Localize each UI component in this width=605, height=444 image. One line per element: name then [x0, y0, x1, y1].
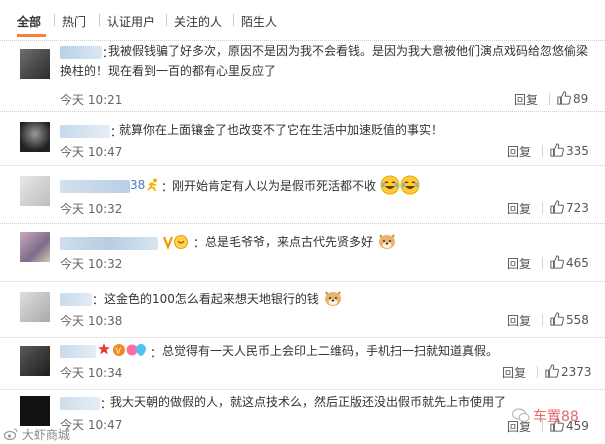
comment-item: V ： 总觉得有一天人民币上会印上二维码，手机扫一扫就知道真假。 今天 10:3… [0, 337, 605, 388]
comment-time: 今天 10:32 [60, 202, 123, 216]
action-divider [542, 257, 543, 269]
action-divider [537, 366, 538, 378]
comment-text: 总觉得有一天人民币上会印上二维码，手机扫一扫就知道真假。 [162, 344, 499, 358]
weibo-logo-icon [3, 428, 18, 441]
action-divider [542, 314, 543, 326]
comment-text: 我被假钱骗了好多次，原因不是因为我不会看钱。是因为我大意被他们演点戏码给忽悠偷梁… [60, 44, 589, 78]
tab-all[interactable]: 全部 [17, 13, 41, 30]
reply-button[interactable]: 回复 [502, 364, 526, 381]
comment-text: 就算你在上面镶金了也改变不了它在生活中加速贬值的事实！ [119, 123, 444, 137]
watermark-right: 车置88 [511, 406, 579, 426]
avatar[interactable] [20, 232, 50, 262]
username-blurred[interactable] [60, 125, 110, 138]
comment-time: 今天 10:34 [60, 366, 123, 380]
thumbs-up-icon [550, 143, 564, 157]
watermark-right-text: 车置88 [533, 409, 579, 425]
username-blurred[interactable] [60, 345, 96, 358]
comment-time: 今天 10:47 [60, 145, 123, 159]
comment-item: 38 ： 刚开始肯定有人以为是假币死活都不收 今天 10:32 回复 723 [0, 165, 605, 222]
reply-button[interactable]: 回复 [507, 143, 531, 160]
comment-time: 今天 10:32 [60, 257, 123, 271]
like-count: 723 [566, 201, 589, 215]
username-blurred[interactable] [60, 293, 92, 306]
comment-item: ： 总是毛爷爷，来点古代先贤多好 今天 10:32 回复 465 [0, 223, 605, 280]
action-divider [542, 202, 543, 214]
comment-text-wrap: 这金色的100怎么看起来想天地银行的钱 [104, 288, 584, 309]
tab-verified-users[interactable]: 认证用户 [107, 13, 155, 30]
tab-divider [99, 14, 100, 26]
thumbs-up-icon [545, 364, 559, 378]
avatar[interactable] [20, 292, 50, 322]
tab-divider [166, 14, 167, 26]
avatar[interactable] [20, 122, 50, 152]
comment-item: ： 我被假钱骗了好多次，原因不是因为我不会看钱。是因为我大意被他们演点戏码给忽悠… [0, 40, 605, 110]
watermark-left-text: 大虾商城 [21, 428, 70, 442]
comment-text: 这金色的100怎么看起来想天地银行的钱 [104, 292, 319, 306]
reply-button[interactable]: 回复 [507, 312, 531, 329]
avatar[interactable] [20, 346, 50, 376]
comment-filter-tabs: 全部 热门 认证用户 关注的人 陌生人 [0, 0, 605, 40]
wechat-logo-icon [511, 408, 530, 423]
svg-text:V: V [116, 347, 122, 356]
reply-button[interactable]: 回复 [514, 91, 538, 108]
like-count: 465 [566, 256, 589, 270]
colon-separator: ： [92, 293, 105, 307]
avatar[interactable] [20, 396, 50, 426]
like-button[interactable]: 723 [550, 200, 589, 215]
comment-item: ： 就算你在上面镶金了也改变不了它在生活中加速贬值的事实！ 今天 10:47 回… [0, 111, 605, 164]
running-man-icon [146, 178, 160, 195]
thumbs-up-icon [550, 200, 564, 214]
comment-text: 总是毛爷爷，来点古代先贤多好 [205, 235, 374, 249]
comment-time: 今天 10:38 [60, 314, 123, 328]
action-divider [542, 145, 543, 157]
comment-text-wrap: 刚开始肯定有人以为是假币死活都不收 [172, 175, 592, 196]
avatar[interactable] [20, 176, 50, 206]
tab-strangers[interactable]: 陌生人 [241, 13, 277, 30]
like-count: 558 [566, 313, 589, 327]
doge-emoji-icon [377, 231, 397, 251]
colon-separator: ： [150, 346, 163, 360]
comment-text: 刚开始肯定有人以为是假币死活都不收 [172, 179, 377, 193]
colon-separator: ： [193, 236, 206, 250]
vip-badge-icon [162, 234, 189, 253]
thumbs-up-icon [550, 255, 564, 269]
like-button[interactable]: 2373 [545, 364, 592, 379]
tab-divider [233, 14, 234, 26]
comment-item: ： 这金色的100怎么看起来想天地银行的钱 今天 10:38 回复 558 [0, 281, 605, 336]
laughing-tears-emoji-icon [380, 175, 400, 195]
comment-text-wrap: 总是毛爷爷，来点古代先贤多好 [205, 231, 595, 252]
thumbs-up-icon [557, 91, 571, 105]
reply-button[interactable]: 回复 [507, 200, 531, 217]
like-count: 2373 [561, 365, 592, 379]
like-count: 335 [566, 144, 589, 158]
like-button[interactable]: 89 [557, 91, 588, 106]
active-tab-indicator [17, 34, 46, 37]
like-button[interactable]: 335 [550, 143, 589, 158]
reply-button[interactable]: 回复 [507, 255, 531, 272]
username-blurred[interactable] [60, 397, 100, 410]
like-button[interactable]: 465 [550, 255, 589, 270]
tab-hot[interactable]: 热门 [62, 13, 86, 30]
tab-following[interactable]: 关注的人 [174, 13, 222, 30]
comment-time: 今天 10:21 [60, 93, 123, 107]
username-blurred[interactable] [60, 180, 130, 193]
like-count: 89 [573, 92, 589, 106]
username-suffix[interactable]: 38 [130, 178, 145, 192]
like-button[interactable]: 558 [550, 312, 589, 327]
action-divider [549, 93, 550, 105]
tab-divider [54, 14, 55, 26]
doge-emoji-icon [323, 288, 343, 308]
avatar[interactable] [20, 49, 50, 79]
username-blurred[interactable] [60, 237, 158, 250]
watermark-left: 大虾商城 [3, 426, 70, 443]
badge-icons: V [98, 342, 148, 361]
thumbs-up-icon [550, 312, 564, 326]
laughing-tears-emoji-icon [400, 175, 420, 195]
